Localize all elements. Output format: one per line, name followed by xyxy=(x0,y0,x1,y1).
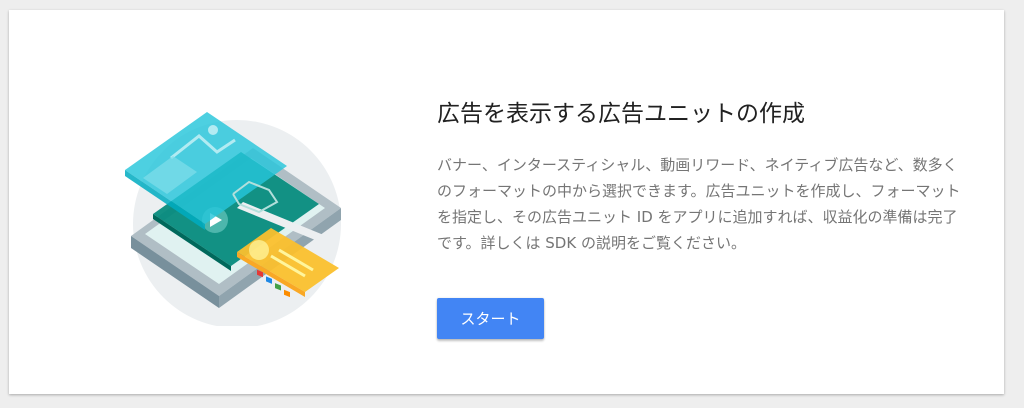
reward-coin-icon xyxy=(249,240,269,260)
card-title: 広告を表示する広告ユニットの作成 xyxy=(437,101,805,127)
ad-formats-illustration-svg xyxy=(125,112,341,328)
ad-unit-card: 広告を表示する広告ユニットの作成 バナー、インタースティシャル、動画リワード、ネ… xyxy=(9,10,1004,394)
card-content: 広告を表示する広告ユニットの作成 バナー、インタースティシャル、動画リワード、ネ… xyxy=(437,98,967,256)
image-sun-icon xyxy=(208,125,218,135)
card-description: バナー、インタースティシャル、動画リワード、ネイティブ広告など、数多くのフォーマ… xyxy=(437,156,961,252)
ad-formats-illustration xyxy=(109,96,349,328)
start-button[interactable]: スタート xyxy=(437,298,544,339)
